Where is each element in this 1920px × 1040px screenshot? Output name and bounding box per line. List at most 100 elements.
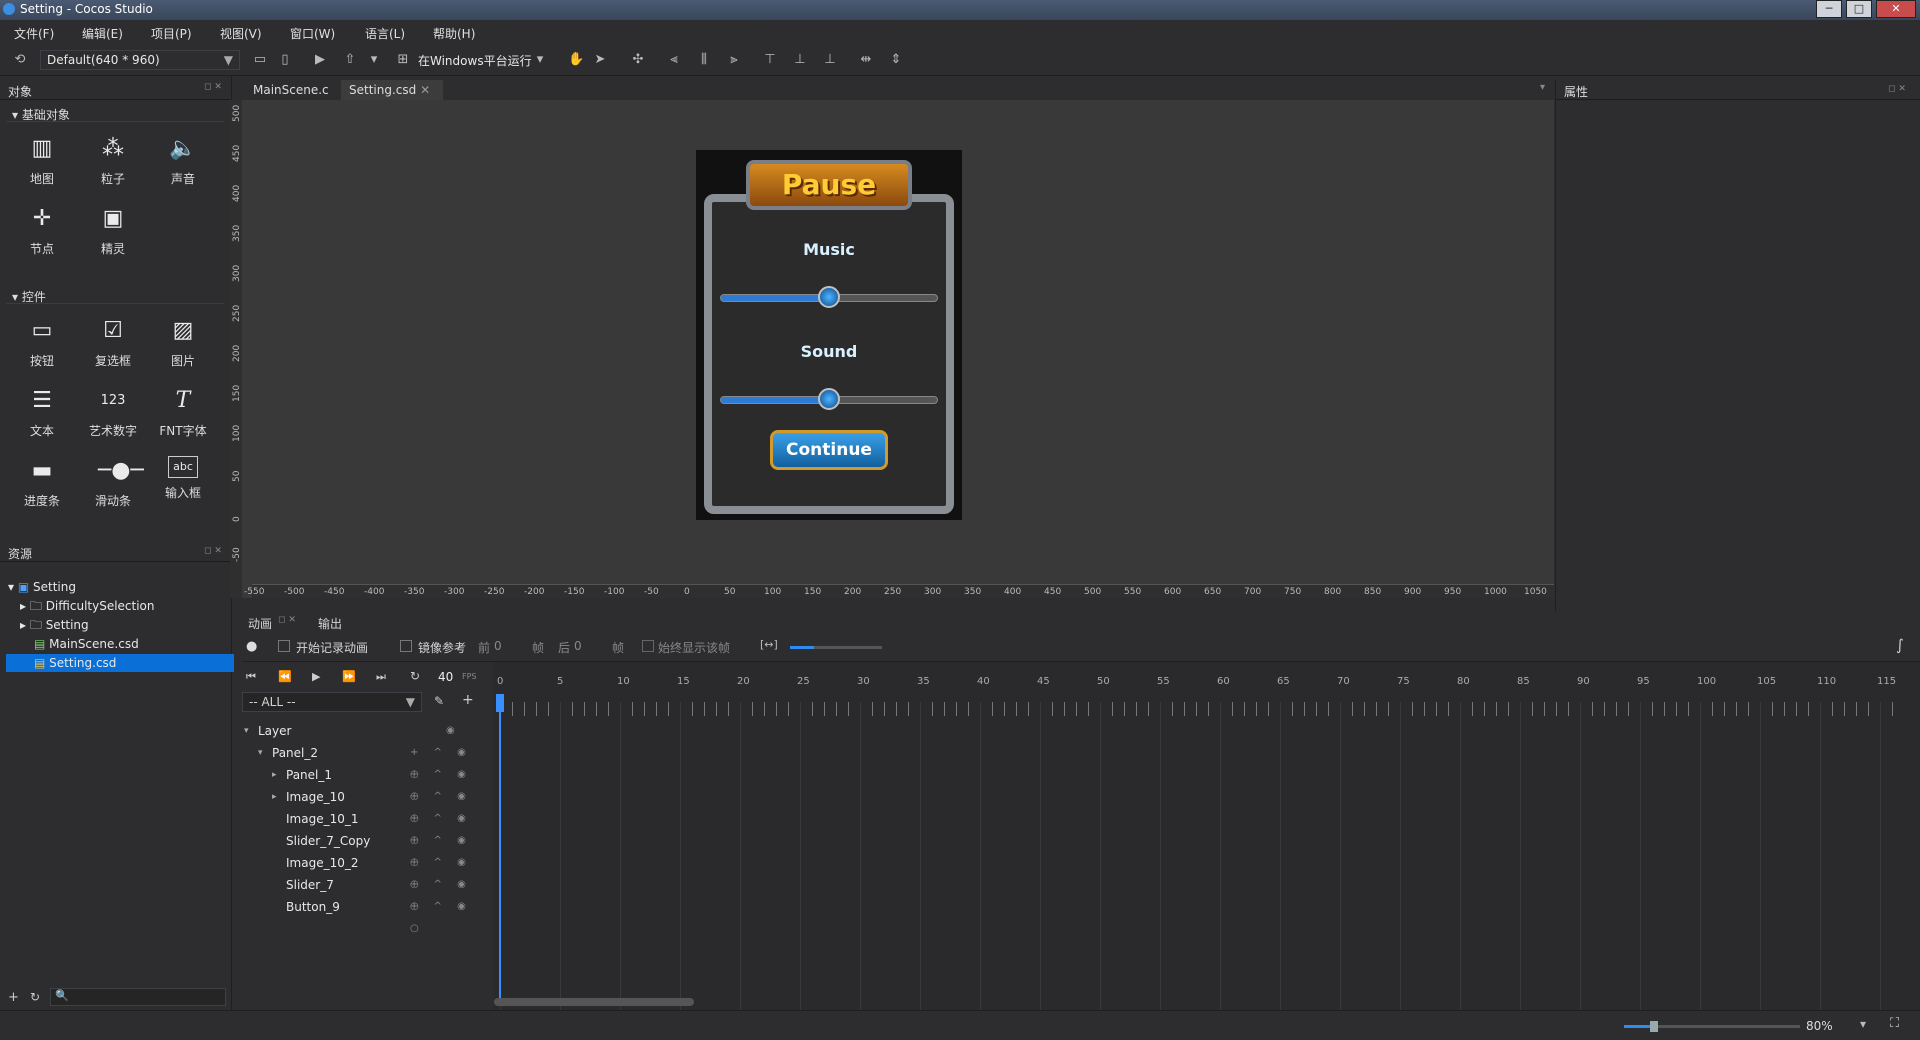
curve-editor-icon[interactable]: ∫ [1896, 636, 1904, 654]
layer-row[interactable]: Button_9 + ^ ◉ ○ [242, 896, 492, 934]
keyframe-dot-icon[interactable]: ● [246, 639, 257, 654]
music-slider-knob[interactable] [818, 286, 840, 308]
layer-row[interactable]: Image_10_2 + ^ ◉ ○ [242, 852, 492, 890]
layer-filter-dropdown[interactable]: -- ALL -- ▼ [242, 692, 422, 712]
expand-arrow-icon[interactable]: ▾ [244, 720, 249, 742]
tool-fnt-font[interactable]: T FNT字体 [153, 378, 213, 444]
before-value[interactable]: 0 [494, 639, 502, 653]
tab-setting[interactable]: Setting.csd ✕ [341, 80, 443, 100]
tab-list-chevron-icon[interactable]: ▾ [1540, 82, 1545, 93]
menu-file[interactable]: 文件(F) [14, 25, 54, 42]
layer-row[interactable]: ▾ Panel_2 + ^ ◉ ○ [242, 742, 492, 780]
tab-animation[interactable]: 动画 [248, 615, 272, 632]
game-preview[interactable]: Pause Music Sound Continue [696, 150, 962, 520]
layer-controls[interactable]: + ^ ◉ ○ [410, 896, 492, 940]
align-bottom-icon[interactable]: ⊥ [822, 52, 838, 68]
resource-folder-difficulty[interactable]: ▸ 🗀 DifficultySelection [20, 597, 220, 615]
layer-row[interactable]: Image_10_1 + ^ ◉ ○ [242, 808, 492, 846]
panel-float-icon[interactable]: ◻ ✕ [204, 82, 222, 92]
sound-slider[interactable] [720, 388, 938, 410]
add-layer-icon[interactable]: + [462, 692, 474, 708]
always-show-checkbox[interactable] [642, 640, 654, 652]
menu-language[interactable]: 语言(L) [365, 25, 405, 42]
tool-progressbar[interactable]: ▬ 进度条 [12, 448, 72, 514]
tool-map[interactable]: ▥ 地图 [12, 126, 72, 192]
tool-textfield[interactable]: abc 输入框 [153, 448, 213, 514]
fps-value[interactable]: 40 [438, 670, 453, 684]
menu-help[interactable]: 帮助(H) [433, 25, 475, 42]
tab-mainscene[interactable]: MainScene.c ✕ [245, 80, 337, 111]
close-button[interactable]: ✕ [1876, 0, 1916, 18]
maximize-button[interactable]: □ [1846, 0, 1872, 18]
distribute-h-icon[interactable]: ⇹ [858, 52, 874, 68]
align-left-icon[interactable]: ⫷ [666, 52, 682, 68]
refresh-icon[interactable]: ↻ [30, 990, 40, 1004]
hand-tool-icon[interactable]: ✋ [568, 52, 584, 68]
tool-particle[interactable]: ⁂ 粒子 [83, 126, 143, 192]
resource-project[interactable]: ▾ ▣ Setting [8, 578, 228, 596]
tool-checkbox[interactable]: ☑ 复选框 [83, 308, 143, 374]
portrait-icon[interactable]: ▯ [277, 52, 293, 68]
panel-float-icon[interactable]: ◻ ✕ [204, 546, 222, 556]
menu-window[interactable]: 窗口(W) [290, 25, 335, 42]
expand-arrow-icon[interactable]: ▾ [258, 742, 263, 764]
playhead-handle[interactable] [496, 694, 504, 712]
after-value[interactable]: 0 [574, 639, 582, 653]
menu-project[interactable]: 项目(P) [151, 25, 192, 42]
distribute-v-icon[interactable]: ⇕ [888, 52, 904, 68]
add-resource-icon[interactable]: + [8, 990, 19, 1005]
loop-icon[interactable]: ↻ [410, 669, 420, 683]
music-slider[interactable] [720, 286, 938, 308]
resource-file-setting[interactable]: ▤ Setting.csd [6, 654, 234, 672]
layer-row[interactable]: ▸ Image_10 + ^ ◉ ○ [242, 786, 492, 824]
fit-screen-icon[interactable]: ⛶ [1890, 1016, 1899, 1031]
go-first-frame-icon[interactable]: ⏮ [246, 670, 256, 684]
prev-frame-icon[interactable]: ⏪ [278, 670, 292, 683]
align-center-h-icon[interactable]: ⫼ [696, 52, 712, 68]
zoom-dropdown-icon[interactable]: ▾ [1860, 1017, 1866, 1031]
resource-folder-setting[interactable]: ▸ 🗀 Setting [20, 616, 220, 634]
tool-slider[interactable]: ─●─ 滑动条 [83, 448, 144, 514]
tool-art-number[interactable]: 123 艺术数字 [83, 378, 143, 444]
select-tool-icon[interactable]: ➤ [592, 52, 608, 68]
controls-section[interactable]: ▾ 控件 [6, 286, 224, 304]
continue-button[interactable]: Continue [770, 430, 888, 470]
timeline-scrollbar[interactable] [494, 998, 694, 1006]
sound-slider-knob[interactable] [818, 388, 840, 410]
align-right-icon[interactable]: ⫸ [726, 52, 742, 68]
mirror-checkbox[interactable] [400, 640, 412, 652]
next-frame-icon[interactable]: ⏩ [342, 670, 356, 683]
basic-objects-section[interactable]: ▾ 基础对象 [6, 104, 224, 122]
rotate-device-icon[interactable]: ⟲ [12, 52, 28, 68]
anchor-icon[interactable]: ✣ [630, 52, 646, 68]
run-target-label[interactable]: 在Windows平台运行 [418, 52, 532, 69]
scene-canvas[interactable]: Pause Music Sound Continue [242, 100, 1554, 598]
layer-row[interactable]: Slider_7_Copy + ^ ◉ ○ [242, 830, 492, 868]
panel-float-icon[interactable]: ◻ ✕ [278, 615, 296, 625]
expand-arrow-icon[interactable]: ▸ [272, 786, 277, 808]
tab-output[interactable]: 输出 [318, 615, 342, 632]
expand-arrow-icon[interactable]: ▸ [272, 764, 277, 786]
resource-file-mainscene[interactable]: ▤ MainScene.csd [34, 635, 224, 653]
publish-dropdown-icon[interactable]: ▾ [366, 52, 382, 68]
resolution-dropdown[interactable]: Default(640 * 960) ▼ [40, 50, 240, 70]
go-last-frame-icon[interactable]: ⏭ [376, 670, 386, 684]
tool-sprite[interactable]: ▣ 精灵 [83, 196, 143, 262]
timeline-zoom-slider[interactable] [790, 646, 882, 649]
landscape-icon[interactable]: ▭ [252, 52, 268, 68]
play-icon[interactable]: ▶ [312, 52, 328, 68]
layer-row[interactable]: ▸ Panel_1 + ^ ◉ ○ [242, 764, 492, 802]
align-middle-v-icon[interactable]: ⊥ [792, 52, 808, 68]
tool-text[interactable]: ☰ 文本 [12, 378, 72, 444]
play-animation-icon[interactable]: ▶ [312, 670, 320, 683]
fit-timeline-icon[interactable]: [↔] [760, 638, 778, 651]
panel-float-icon[interactable]: ◻ ✕ [1888, 84, 1906, 94]
menu-view[interactable]: 视图(V) [220, 25, 262, 42]
minimize-button[interactable]: ─ [1816, 0, 1842, 18]
align-top-icon[interactable]: ⊤ [762, 52, 778, 68]
tool-button[interactable]: ▭ 按钮 [12, 308, 72, 374]
record-checkbox[interactable] [278, 640, 290, 652]
tool-image[interactable]: ▨ 图片 [153, 308, 213, 374]
resource-search-input[interactable]: 🔍 [50, 988, 226, 1006]
publish-icon[interactable]: ⇧ [342, 52, 358, 68]
